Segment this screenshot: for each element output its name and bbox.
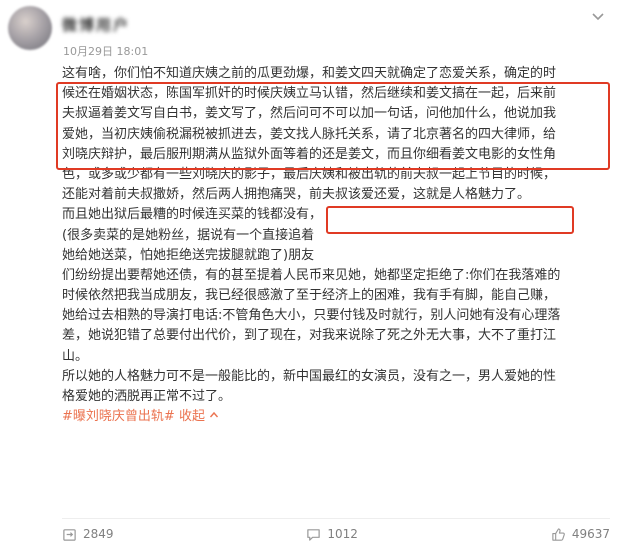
post-timestamp[interactable]: 10月29日 18:01 bbox=[63, 43, 148, 59]
post-line: 她给过去相熟的导演打电话:不管角色大小，只要付钱及时就行，别人问她有没有心理落 bbox=[62, 308, 561, 324]
post-line: 爱她，当初庆姨偷税漏税被抓进去，姜文找人脉托关系，请了北京著名的四大律师，给 bbox=[62, 126, 557, 142]
repost-icon bbox=[63, 528, 76, 541]
post-line: 候还在婚姻状态，陈国军抓奸的时候庆姨立马认错，然后继续和姜文搞在一起，后来前 bbox=[62, 86, 557, 102]
thumbs-up-icon bbox=[552, 527, 565, 541]
avatar[interactable] bbox=[8, 6, 52, 50]
collapse-label: 收起 bbox=[178, 409, 205, 425]
post-line: 刘晓庆辩护，最后服刑期满从监狱外面等着的还是姜文，而且你细看姜文电影的女性角 bbox=[62, 146, 557, 162]
chevron-down-icon[interactable] bbox=[590, 8, 606, 24]
username[interactable]: 微博用户 bbox=[62, 14, 130, 35]
divider bbox=[62, 518, 610, 519]
post-line: 色，或多或少都有一些刘晓庆的影子，最后庆姨和被出轨的前夫叔一起上节目的时候， bbox=[62, 166, 557, 182]
post-line: 而且她出狱后最糟的时候连买菜的钱都没有， bbox=[62, 207, 323, 223]
like-button[interactable]: 49637 bbox=[551, 527, 610, 542]
post-line: 时候依然把我当成朋友，我已经很感激了至于经济上的困难，我有手有脚，能自己赚， bbox=[62, 288, 557, 304]
post-line: (很多卖菜的是她粉丝，据说有一个直接追着 bbox=[62, 227, 315, 243]
post-line: 这有啥，你们怕不知道庆姨之前的瓜更劲爆，和姜文四天就确定了恋爱关系，确定的时 bbox=[62, 66, 557, 81]
post-line: 夫叔逼着姜文写自白书，姜文写了，然后问可不可以加一句话，问他加什么，他说加我 bbox=[62, 106, 557, 122]
comment-count: 1012 bbox=[327, 527, 358, 541]
repost-button[interactable]: 2849 bbox=[62, 527, 114, 542]
chevron-up-icon bbox=[210, 412, 219, 418]
post-line: 所以她的人格魅力可不是一般能比的，新中国最红的女演员，没有之一，男人爱她的性 bbox=[62, 368, 557, 384]
post-line: 格爱她的洒脱再正常不过了。 bbox=[62, 389, 232, 404]
comment-button[interactable]: 1012 bbox=[306, 527, 358, 542]
post-line: 们纷纷提出要帮她还债，有的甚至提着人民币来见她，她都坚定拒绝了:你们在我落难的 bbox=[62, 267, 561, 283]
like-count: 49637 bbox=[571, 527, 610, 541]
comment-icon bbox=[307, 528, 321, 541]
collapse-link[interactable]: 收起 bbox=[179, 409, 219, 424]
post-footer-line: #曝刘晓庆曾出轨# 收起 bbox=[62, 407, 610, 427]
action-bar: 2849 1012 49637 bbox=[62, 524, 610, 544]
topic-link[interactable]: #曝刘晓庆曾出轨# bbox=[62, 409, 175, 424]
post-line: 还能对着前夫叔撒娇，然后两人拥抱痛哭，前夫叔该爱还爱，这就是人格魅力了。 bbox=[62, 187, 531, 203]
post-line: 差，她说犯错了总要付出代价，到了现在，对我来说除了死之外无大事，大不了重打江 bbox=[62, 328, 557, 344]
repost-count: 2849 bbox=[83, 527, 114, 541]
post-line: 她给她送菜，怕她拒绝送完拔腿就跑了)朋友 bbox=[62, 247, 315, 263]
post-line: 山。 bbox=[62, 348, 89, 364]
post-body: 这有啥，你们怕不知道庆姨之前的瓜更劲爆，和姜文四天就确定了恋爱关系，确定的时 候… bbox=[62, 64, 610, 427]
